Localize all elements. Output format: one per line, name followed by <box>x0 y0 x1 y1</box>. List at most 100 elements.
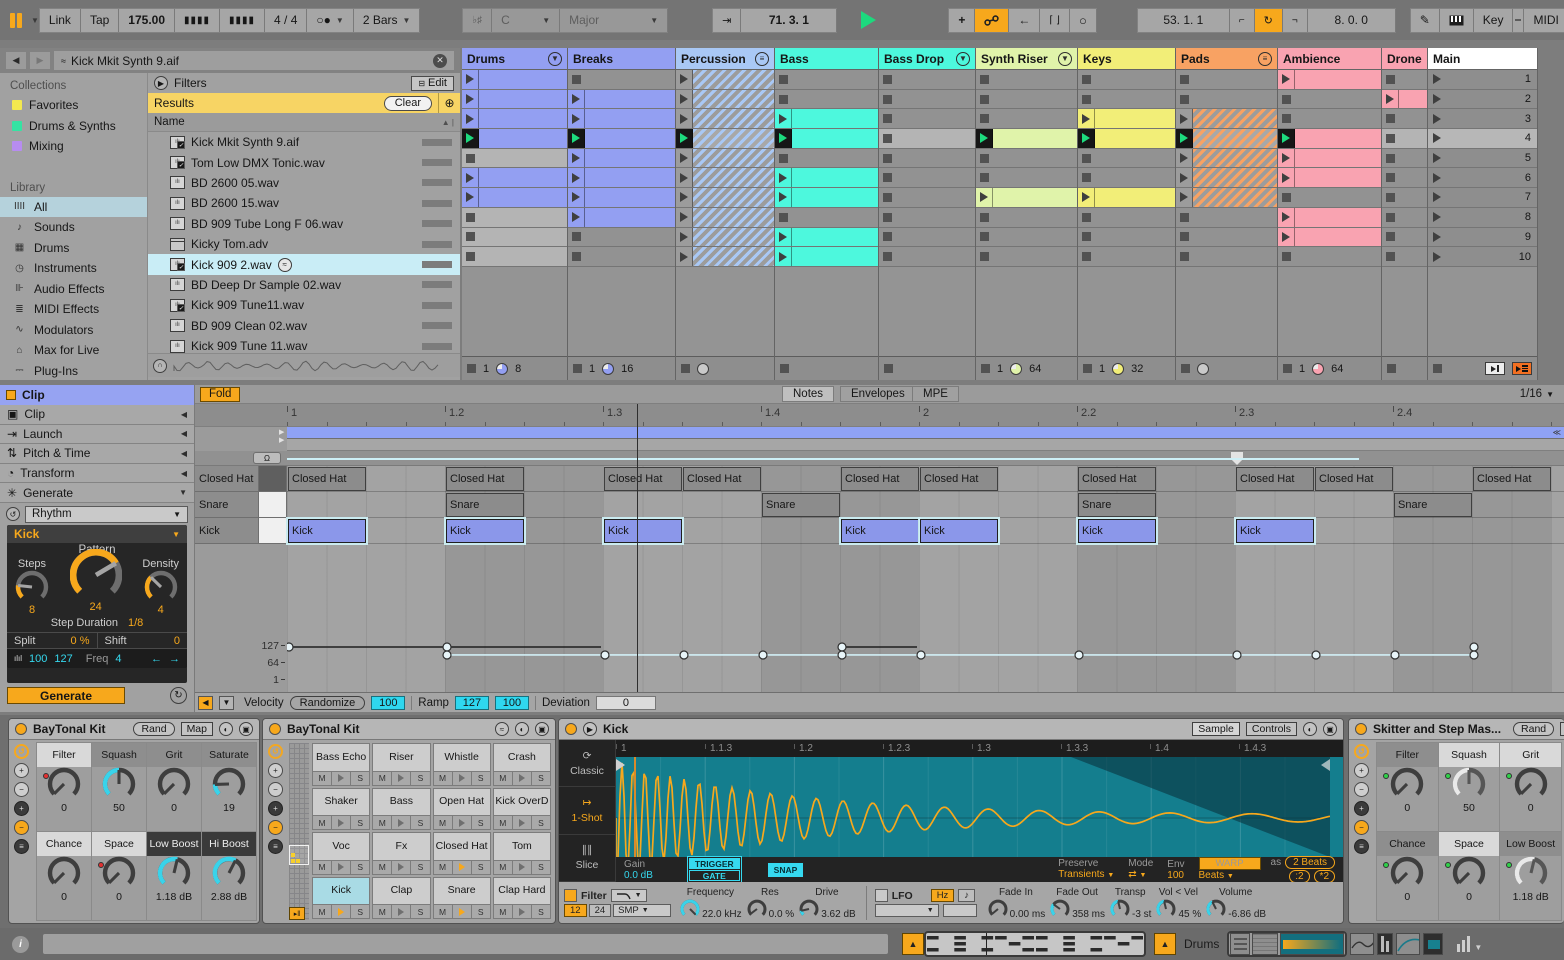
browser-history-tab[interactable]: ≈ Kick Mkit Synth 9.aif ✕ <box>54 51 454 70</box>
section-launch[interactable]: ⇥ Launch ◀ <box>0 424 194 445</box>
macro-knob[interactable] <box>102 767 136 804</box>
clip-slot[interactable] <box>775 188 878 208</box>
macro-value[interactable]: 0 <box>1404 802 1410 814</box>
clip-body[interactable] <box>993 129 1077 148</box>
scene-row[interactable]: 2 <box>1428 89 1537 110</box>
trigger-gate-toggle[interactable]: TRIGGER GATE <box>686 856 742 882</box>
macro-hi-boost[interactable]: Hi Boost 2.88 dB <box>202 832 256 920</box>
info-icon[interactable]: i <box>12 935 29 953</box>
clip-launch-icon[interactable] <box>676 168 693 188</box>
clip-stop-icon[interactable] <box>1282 94 1291 104</box>
macro-knob[interactable] <box>1514 856 1548 893</box>
midi-note-snare[interactable]: Snare <box>1078 493 1156 517</box>
filters-expand-icon[interactable]: ▶ <box>154 76 168 90</box>
velocity-marker[interactable] <box>837 642 847 652</box>
shift-value[interactable]: 0 <box>174 635 180 647</box>
stop-all-clips-button[interactable] <box>1485 362 1505 375</box>
dark-thumbnail[interactable] <box>1423 933 1444 955</box>
clip-slot[interactable] <box>676 109 774 130</box>
clip-launch-icon[interactable] <box>1176 109 1193 129</box>
clip-slot[interactable] <box>1078 109 1175 130</box>
macro-value[interactable]: 0 <box>1528 802 1534 814</box>
scene-launch-icon[interactable] <box>1428 247 1445 266</box>
clip-stop-icon[interactable] <box>1386 173 1395 183</box>
ramp-start-value[interactable]: 127 <box>454 695 489 710</box>
clip-launch-icon[interactable] <box>1278 168 1295 188</box>
filter-slope-24[interactable]: 24 <box>588 904 612 917</box>
macro-grit[interactable]: Grit 0 <box>1500 743 1561 831</box>
clip-slot[interactable] <box>568 70 675 90</box>
scene-launch-icon[interactable] <box>1428 228 1445 247</box>
generator-type-select[interactable]: Rhythm ▼ <box>25 505 188 523</box>
gate-button[interactable]: GATE <box>688 870 740 881</box>
clip-stop-icon[interactable] <box>466 252 475 262</box>
midi-note-closed_hat[interactable]: Closed Hat <box>1473 467 1551 491</box>
clip-slot[interactable] <box>1382 129 1427 149</box>
pad-play-button[interactable] <box>392 905 412 918</box>
scale-root-menu[interactable]: C ▼ <box>492 8 561 32</box>
drum-pad-voc[interactable]: Voc M S <box>312 832 371 875</box>
clip-stop-icon[interactable] <box>466 232 475 242</box>
knob-dial[interactable] <box>1390 856 1424 890</box>
clip-slot[interactable] <box>1176 89 1277 110</box>
macro-space[interactable]: Space 0 <box>1438 832 1500 920</box>
clip-slot[interactable] <box>1278 207 1381 228</box>
pad-play-button[interactable] <box>512 860 532 874</box>
clip-slot[interactable] <box>879 129 975 149</box>
clip-stop-icon[interactable] <box>1082 252 1091 262</box>
freq-right-arrow-icon[interactable]: → <box>169 653 180 665</box>
clip-body[interactable] <box>993 188 1077 207</box>
clip-launch-icon[interactable] <box>976 129 993 148</box>
clip-slot[interactable] <box>462 207 567 228</box>
pad-mute-button[interactable]: M <box>493 816 513 829</box>
clip-stop-icon[interactable] <box>883 133 892 143</box>
device-activator-led[interactable] <box>269 723 281 735</box>
velocity-max-value[interactable]: 127 <box>54 653 72 665</box>
macro-value[interactable]: 0 <box>61 891 67 903</box>
pattern-knob-value[interactable]: 24 <box>90 601 102 613</box>
nudge-down-button[interactable]: ▮▮▮▮ <box>175 8 221 32</box>
midi-note-kick[interactable]: Kick <box>1078 519 1156 543</box>
clip-stop-icon[interactable] <box>1386 232 1395 242</box>
macro-knob[interactable] <box>157 767 191 804</box>
clip-slot[interactable] <box>976 247 1077 267</box>
macro-knob[interactable] <box>1390 856 1424 893</box>
chevron-left-icon[interactable]: ◀ <box>181 410 187 419</box>
clip-body[interactable] <box>792 247 878 266</box>
clip-slot[interactable] <box>1078 168 1175 189</box>
clip-slot[interactable] <box>676 227 774 248</box>
clip-stop-icon[interactable] <box>980 114 989 124</box>
tempo-field[interactable]: 175.00 <box>119 8 175 32</box>
track-header[interactable]: Bass <box>775 48 878 70</box>
clip-slot[interactable] <box>775 109 878 130</box>
variation-icon[interactable]: ◐ <box>219 722 233 736</box>
clip-overview-toggle[interactable]: ▲ <box>902 933 924 955</box>
clip-launch-icon[interactable] <box>568 168 585 188</box>
clip-slot[interactable] <box>1278 168 1381 189</box>
sort-ascending-icon[interactable]: ▲ | <box>442 118 454 127</box>
freq-value[interactable]: 4 <box>115 653 121 665</box>
clip-body[interactable] <box>1193 129 1277 148</box>
clip-body[interactable] <box>1399 89 1427 109</box>
clip-body[interactable] <box>693 70 774 89</box>
macro-variations-icon[interactable]: ↺ <box>268 744 283 759</box>
file-row[interactable]: ılı BD 909 Clean 02.wav <box>148 316 460 336</box>
clip-launch-icon[interactable] <box>568 129 585 148</box>
pad-solo-button[interactable]: S <box>531 816 550 829</box>
warp-mode-menu[interactable]: Beats ▼ <box>1199 870 1261 882</box>
clip-stop-icon[interactable] <box>1180 252 1189 262</box>
generate-button[interactable]: Generate <box>7 687 125 704</box>
loop-mode-menu[interactable]: Mode ⇄ ▼ <box>1128 858 1153 881</box>
scene-launch-icon[interactable] <box>1428 90 1445 109</box>
generator-target-menu[interactable]: Kick ▼ <box>7 525 187 543</box>
pad-play-button[interactable] <box>392 816 412 829</box>
macro-filter[interactable]: Filter 0 <box>37 743 91 831</box>
arrangement-position-field[interactable]: 71. 3. 1 <box>741 8 838 32</box>
clip-launch-icon[interactable] <box>775 168 792 188</box>
clip-launch-icon[interactable] <box>1078 188 1095 207</box>
clip-body[interactable] <box>792 227 878 247</box>
knob-dial[interactable] <box>47 767 81 801</box>
lane-select-menu[interactable]: ▼ <box>219 695 234 710</box>
draw-mode-button[interactable]: ⌈ ⌋ <box>1040 8 1070 32</box>
clip-slot[interactable] <box>976 148 1077 169</box>
